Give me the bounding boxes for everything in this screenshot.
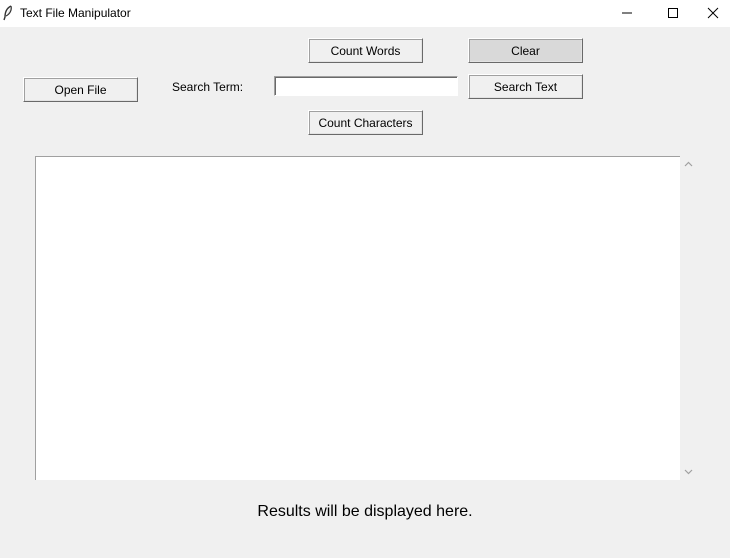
client-area: Count Words Clear Open File Search Term:…: [0, 27, 730, 558]
text-editor[interactable]: [35, 156, 680, 480]
vertical-scrollbar[interactable]: [680, 156, 697, 480]
count-characters-button[interactable]: Count Characters: [308, 110, 423, 135]
title-bar: Text File Manipulator: [0, 0, 730, 27]
minimize-button[interactable]: [604, 0, 650, 27]
close-button[interactable]: [696, 0, 730, 27]
window-title: Text File Manipulator: [20, 6, 131, 20]
search-term-label: Search Term:: [172, 80, 244, 94]
clear-button[interactable]: Clear: [468, 38, 583, 63]
search-input[interactable]: [274, 76, 458, 96]
chevron-up-icon[interactable]: [680, 156, 697, 173]
chevron-down-icon[interactable]: [680, 463, 697, 480]
feather-icon: [2, 5, 14, 21]
search-text-button[interactable]: Search Text: [468, 74, 583, 99]
count-words-button[interactable]: Count Words: [308, 38, 423, 63]
open-file-button[interactable]: Open File: [23, 77, 138, 102]
maximize-button[interactable]: [650, 0, 696, 27]
results-label: Results will be displayed here.: [257, 503, 473, 520]
